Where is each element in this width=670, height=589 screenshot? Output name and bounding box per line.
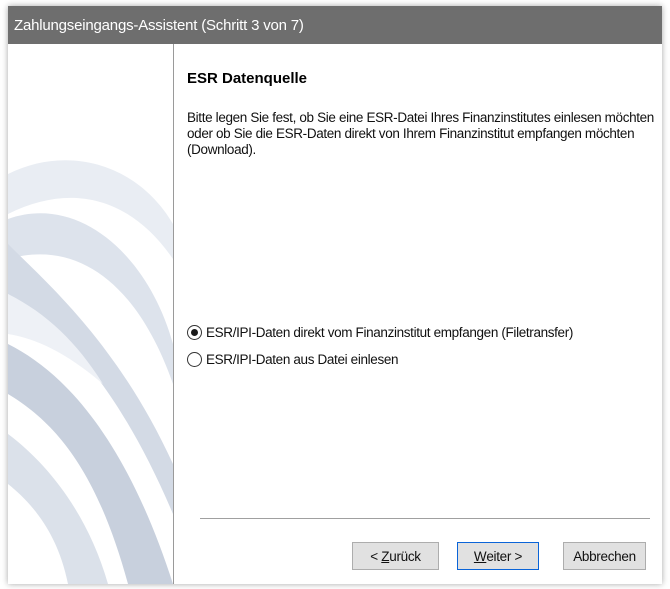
back-button-prefix: < bbox=[370, 548, 382, 564]
radio-label-file-import[interactable]: ESR/IPI-Daten aus Datei einlesen bbox=[206, 352, 399, 367]
radio-option-filetransfer[interactable]: ESR/IPI-Daten direkt vom Finanzinstitut … bbox=[187, 325, 573, 340]
back-button-label: urück bbox=[389, 548, 421, 564]
next-button-mnemonic: W bbox=[473, 548, 487, 564]
title-bar[interactable]: Zahlungseingangs-Assistent (Schritt 3 vo… bbox=[8, 6, 662, 44]
cancel-button-label: Abbrechen bbox=[573, 548, 636, 564]
page-description: Bitte legen Sie fest, ob Sie eine ESR-Da… bbox=[187, 110, 654, 157]
swoosh-graphic bbox=[8, 160, 173, 584]
next-button[interactable]: Weiter > bbox=[457, 542, 539, 570]
next-button-label: eiter > bbox=[486, 548, 523, 564]
cancel-button[interactable]: Abbrechen bbox=[563, 542, 646, 570]
button-separator bbox=[200, 518, 650, 519]
radio-button-file-import[interactable] bbox=[187, 352, 202, 367]
page-title: ESR Datenquelle bbox=[187, 70, 308, 87]
radio-option-file-import[interactable]: ESR/IPI-Daten aus Datei einlesen bbox=[187, 352, 399, 367]
back-button[interactable]: < Zurück bbox=[352, 542, 439, 570]
back-button-mnemonic: Z bbox=[381, 548, 390, 564]
wizard-dialog: Zahlungseingangs-Assistent (Schritt 3 vo… bbox=[8, 6, 662, 584]
radio-selected-dot bbox=[191, 329, 198, 336]
radio-label-filetransfer[interactable]: ESR/IPI-Daten direkt vom Finanzinstitut … bbox=[206, 325, 573, 340]
window-title: Zahlungseingangs-Assistent (Schritt 3 vo… bbox=[14, 16, 304, 34]
radio-button-filetransfer[interactable] bbox=[187, 325, 202, 340]
wizard-content: ESR Datenquelle Bitte legen Sie fest, ob… bbox=[174, 44, 662, 584]
decorative-side-panel bbox=[8, 44, 173, 584]
